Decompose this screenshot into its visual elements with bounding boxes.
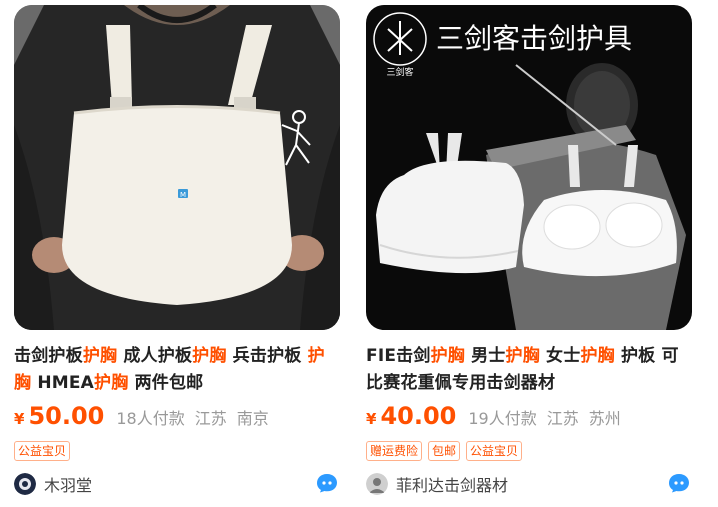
product-image[interactable]: 三剑客 三剑客击剑护具 [366,5,692,330]
title-keyword-highlight: 护胸 [505,346,540,366]
service-tag: 包邮 [428,441,461,461]
product-card[interactable]: 三剑客 三剑客击剑护具 FIE击剑护胸 男士护胸 女士护胸 护板 可比赛花重佩专… [366,0,692,507]
shop-link[interactable]: 木羽堂 [14,472,92,496]
title-text: 两件包邮 [128,373,204,393]
wangwang-chat-icon[interactable] [316,473,338,493]
currency-symbol: ¥ [366,410,377,428]
tag-list: 公益宝贝 [14,441,71,461]
currency-symbol: ¥ [14,410,25,428]
product-image[interactable]: M [14,5,340,330]
title-text: 击剑护板 [14,346,83,366]
shop-name: 木羽堂 [44,476,93,495]
service-tag: 赠运费险 [366,441,423,461]
logo-text: 三剑客 [386,66,413,78]
banner-text: 三剑客击剑护具 [436,22,632,55]
title-keyword-highlight: 护胸 [82,346,118,366]
title-text: FIE击剑 [366,346,431,366]
location-province: 江苏 [194,409,227,428]
title-text: HMEA [31,373,95,393]
shop-avatar [366,473,388,495]
location-city: 南京 [236,409,269,428]
product-card[interactable]: M 击剑护板护胸 成人护板护胸 兵击护板 护胸 HMEA护胸 两件包邮 ¥ 50… [14,0,340,507]
price-row: ¥ 50.00 18人付款 江苏 南京 [14,402,279,432]
product-grid: M 击剑护板护胸 成人护板护胸 兵击护板 护胸 HMEA护胸 两件包邮 ¥ 50… [0,0,718,507]
title-keyword-highlight: 护胸 [430,346,465,366]
title-keyword-highlight: 护胸 [192,346,227,366]
price: 50.00 [28,402,105,430]
sales-count: 19人付款 [468,409,537,428]
product-title[interactable]: FIE击剑护胸 男士护胸 女士护胸 护板 可比赛花重佩专用击剑器材 [366,343,692,397]
title-text: 女士 [539,346,581,366]
service-tag: 公益宝贝 [466,441,523,461]
price-row: ¥ 40.00 19人付款 江苏 苏州 [366,402,631,432]
service-tag: 公益宝贝 [14,441,71,461]
title-text: 成人护板 [117,346,193,366]
size-tag-text: M [180,191,186,199]
price: 40.00 [380,402,457,430]
tag-list: 赠运费险 包邮 公益宝贝 [366,441,523,461]
title-text: 男士 [464,346,506,366]
title-keyword-highlight: 护胸 [580,346,615,366]
product-title[interactable]: 击剑护板护胸 成人护板护胸 兵击护板 护胸 HMEA护胸 两件包邮 [14,343,340,397]
title-text: 兵击护板 [226,346,308,366]
location-city: 苏州 [588,409,621,428]
location-province: 江苏 [546,409,579,428]
shop-link[interactable]: 菲利达击剑器材 [366,472,508,496]
wangwang-chat-icon[interactable] [668,473,690,493]
shop-name: 菲利达击剑器材 [396,476,509,495]
title-keyword-highlight: 护胸 [94,373,129,393]
sales-count: 18人付款 [116,409,185,428]
shop-avatar [14,473,36,495]
